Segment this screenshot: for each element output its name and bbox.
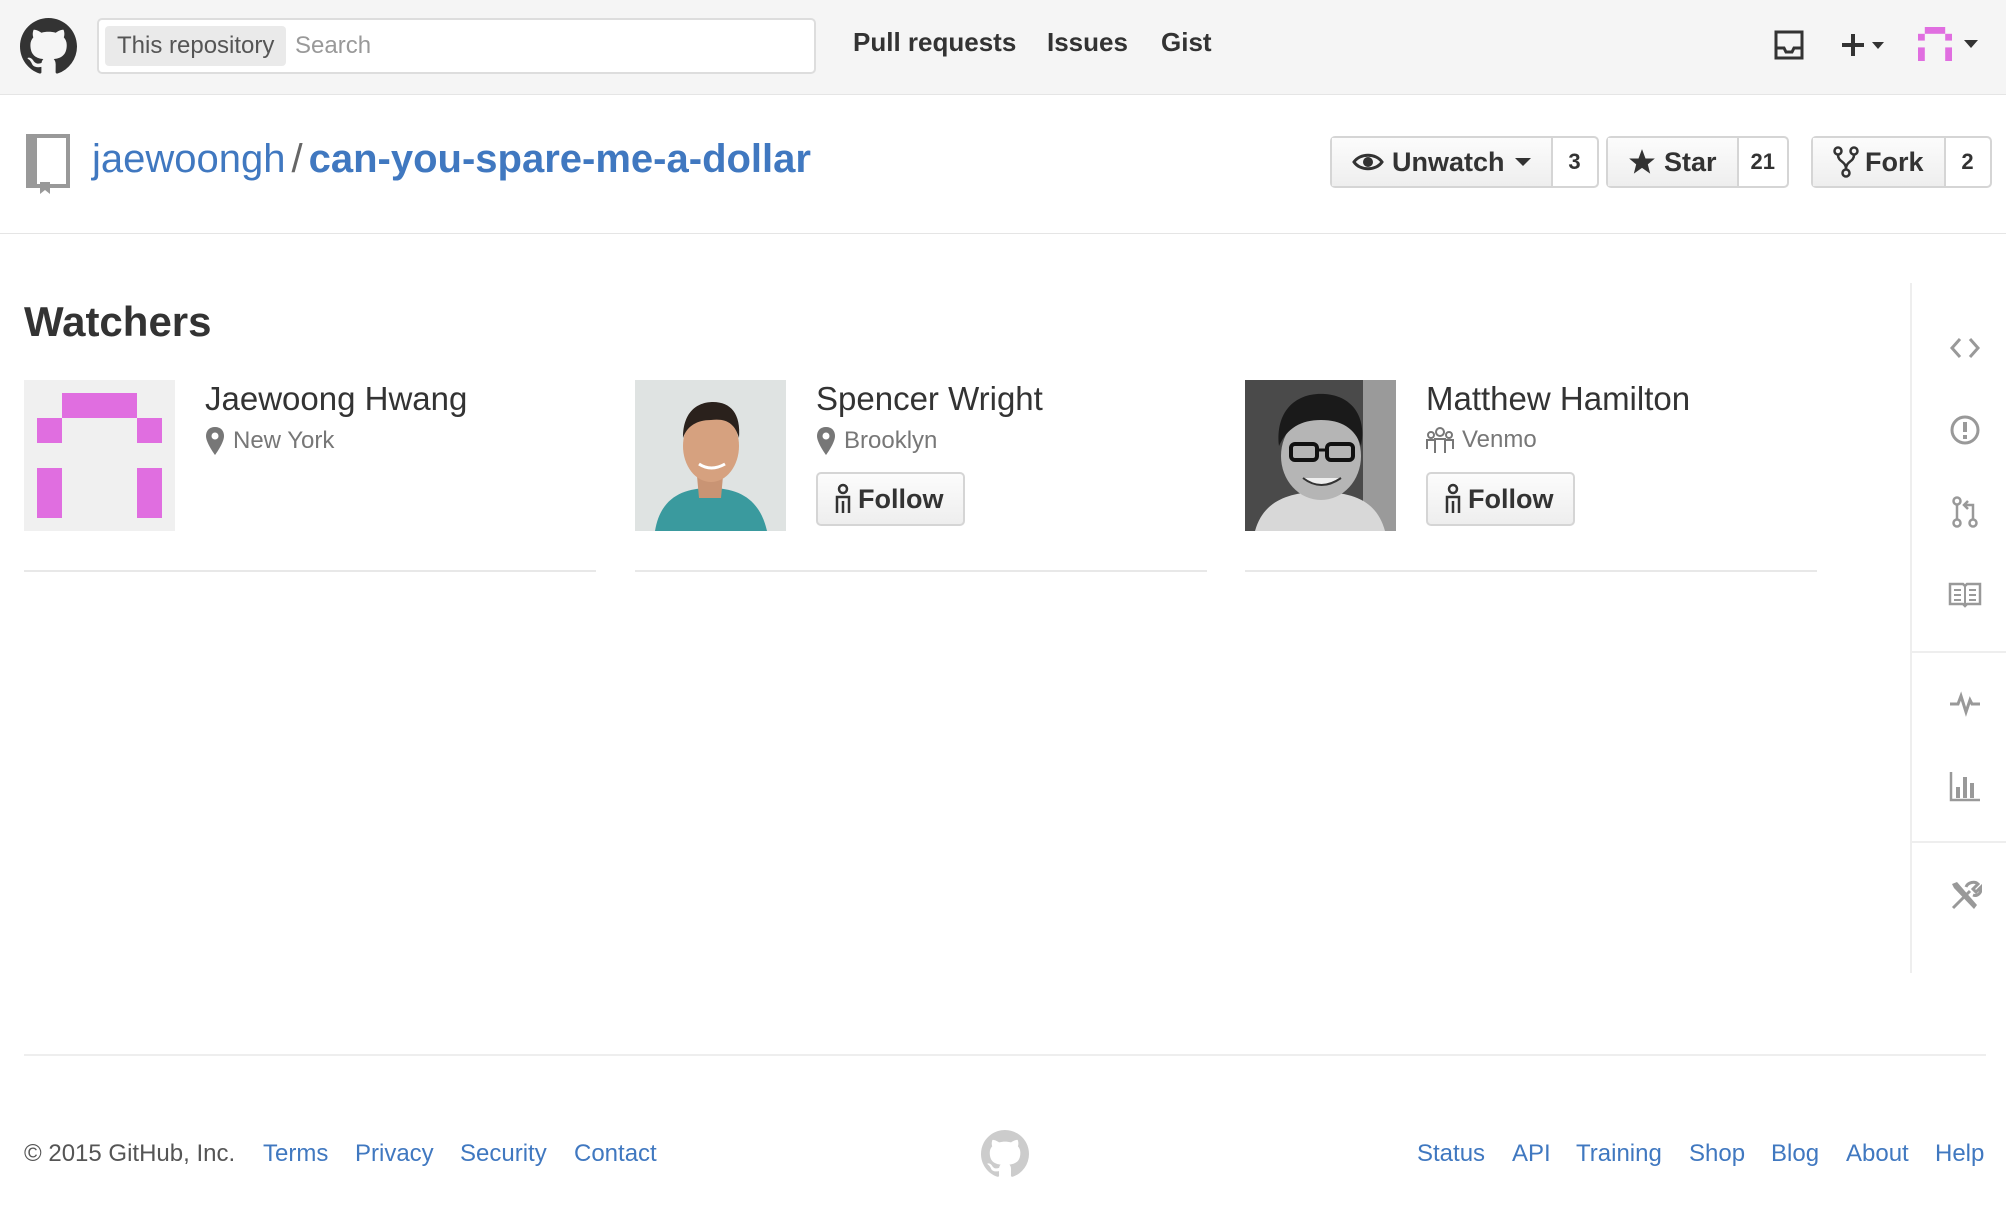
watchers-count[interactable]: 3 xyxy=(1552,138,1597,186)
graph-icon[interactable] xyxy=(1948,769,1982,803)
watcher-card: Spencer Wright Brooklyn Follow xyxy=(635,380,1207,572)
fork-button[interactable]: Fork xyxy=(1813,138,1946,186)
fork-button-group: Fork 2 xyxy=(1811,136,1992,188)
watcher-location-text: Brooklyn xyxy=(844,427,938,454)
watch-button-group: Unwatch 3 xyxy=(1330,136,1599,188)
sidebar-divider xyxy=(1912,841,2006,843)
repository-icon xyxy=(26,134,70,194)
location-icon xyxy=(206,427,224,455)
search-input[interactable] xyxy=(295,25,795,67)
footer-link-blog[interactable]: Blog xyxy=(1771,1140,1819,1168)
avatar[interactable] xyxy=(1245,380,1396,531)
star-button-group: Star 21 xyxy=(1606,136,1790,188)
repository-header: jaewoongh / can-you-spare-me-a-dollar Unwa… xyxy=(0,96,2006,234)
unwatch-label: Unwatch xyxy=(1392,146,1505,177)
watcher-card: Matthew Hamilton Venmo Follow xyxy=(1245,380,1817,572)
avatar[interactable] xyxy=(24,380,175,531)
stargazers-count[interactable]: 21 xyxy=(1738,138,1788,186)
footer-link-shop[interactable]: Shop xyxy=(1689,1140,1745,1168)
code-icon[interactable] xyxy=(1948,331,1982,365)
footer-link-contact[interactable]: Contact xyxy=(574,1140,657,1168)
github-logo-icon[interactable] xyxy=(20,18,77,75)
eye-icon xyxy=(1352,153,1384,171)
fork-label: Fork xyxy=(1865,146,1924,177)
person-icon xyxy=(835,483,851,513)
inbox-icon[interactable] xyxy=(1773,30,1805,60)
footer-link-training[interactable]: Training xyxy=(1576,1140,1662,1168)
fork-icon xyxy=(1833,146,1859,178)
wiki-icon[interactable] xyxy=(1948,577,1982,611)
footer-link-about[interactable]: About xyxy=(1846,1140,1909,1168)
issue-icon[interactable] xyxy=(1948,413,1982,447)
github-mark-icon[interactable] xyxy=(981,1130,1029,1178)
footer-link-terms[interactable]: Terms xyxy=(263,1140,328,1168)
watcher-location: New York xyxy=(205,426,334,456)
forks-count[interactable]: 2 xyxy=(1945,138,1990,186)
watcher-company-text: Venmo xyxy=(1462,426,1537,453)
create-new-icon[interactable] xyxy=(1840,32,1890,58)
repository-owner-link[interactable]: jaewoongh xyxy=(92,137,286,181)
footer-link-status[interactable]: Status xyxy=(1417,1140,1485,1168)
follow-button[interactable]: Follow xyxy=(1426,472,1576,526)
star-label: Star xyxy=(1664,146,1717,177)
avatar[interactable] xyxy=(635,380,786,531)
person-icon xyxy=(1445,483,1461,513)
search-scope-label: This repository xyxy=(105,26,287,66)
star-button[interactable]: Star xyxy=(1608,138,1739,186)
repository-title-separator: / xyxy=(291,137,303,181)
pull-request-icon[interactable] xyxy=(1948,495,1982,529)
follow-label: Follow xyxy=(858,483,944,514)
star-icon xyxy=(1629,149,1655,174)
search-box[interactable]: This repository xyxy=(97,18,816,74)
repository-sidebar-nav xyxy=(1910,283,2006,973)
settings-icon[interactable] xyxy=(1948,879,1982,913)
follow-button[interactable]: Follow xyxy=(816,472,966,526)
footer-link-help[interactable]: Help xyxy=(1935,1140,1984,1168)
watcher-location: Brooklyn xyxy=(816,426,937,456)
repository-title: jaewoongh / can-you-spare-me-a-dollar xyxy=(92,136,811,182)
nav-gist[interactable]: Gist xyxy=(1161,27,1212,58)
watcher-name-link[interactable]: Spencer Wright xyxy=(816,380,1043,418)
pulse-icon[interactable] xyxy=(1948,686,1982,720)
user-menu-chevron-icon[interactable] xyxy=(1962,38,1980,50)
site-header: This repository Pull requests Issues Gis… xyxy=(0,0,2006,95)
nav-pull-requests[interactable]: Pull requests xyxy=(853,27,1016,58)
footer-link-api[interactable]: API xyxy=(1512,1140,1551,1168)
watcher-name-link[interactable]: Matthew Hamilton xyxy=(1426,380,1690,418)
footer-copyright: © 2015 GitHub, Inc. xyxy=(24,1140,236,1167)
footer-divider xyxy=(24,1054,1986,1056)
organization-icon xyxy=(1426,427,1454,453)
repository-name-link[interactable]: can-you-spare-me-a-dollar xyxy=(309,137,811,181)
location-icon xyxy=(817,427,835,455)
sidebar-divider xyxy=(1912,651,2006,653)
user-avatar-icon[interactable] xyxy=(1918,27,1952,61)
footer-link-privacy[interactable]: Privacy xyxy=(355,1140,434,1168)
watcher-location-text: New York xyxy=(233,427,335,454)
watcher-company: Venmo xyxy=(1426,426,1537,454)
follow-label: Follow xyxy=(1468,483,1554,514)
chevron-down-icon xyxy=(1514,158,1531,166)
watcher-name-link[interactable]: Jaewoong Hwang xyxy=(205,380,467,418)
page-title: Watchers xyxy=(24,298,212,345)
footer-link-security[interactable]: Security xyxy=(460,1140,547,1168)
nav-issues[interactable]: Issues xyxy=(1047,27,1128,58)
watcher-card: Jaewoong Hwang New York xyxy=(24,380,596,572)
unwatch-button[interactable]: Unwatch xyxy=(1332,138,1553,186)
